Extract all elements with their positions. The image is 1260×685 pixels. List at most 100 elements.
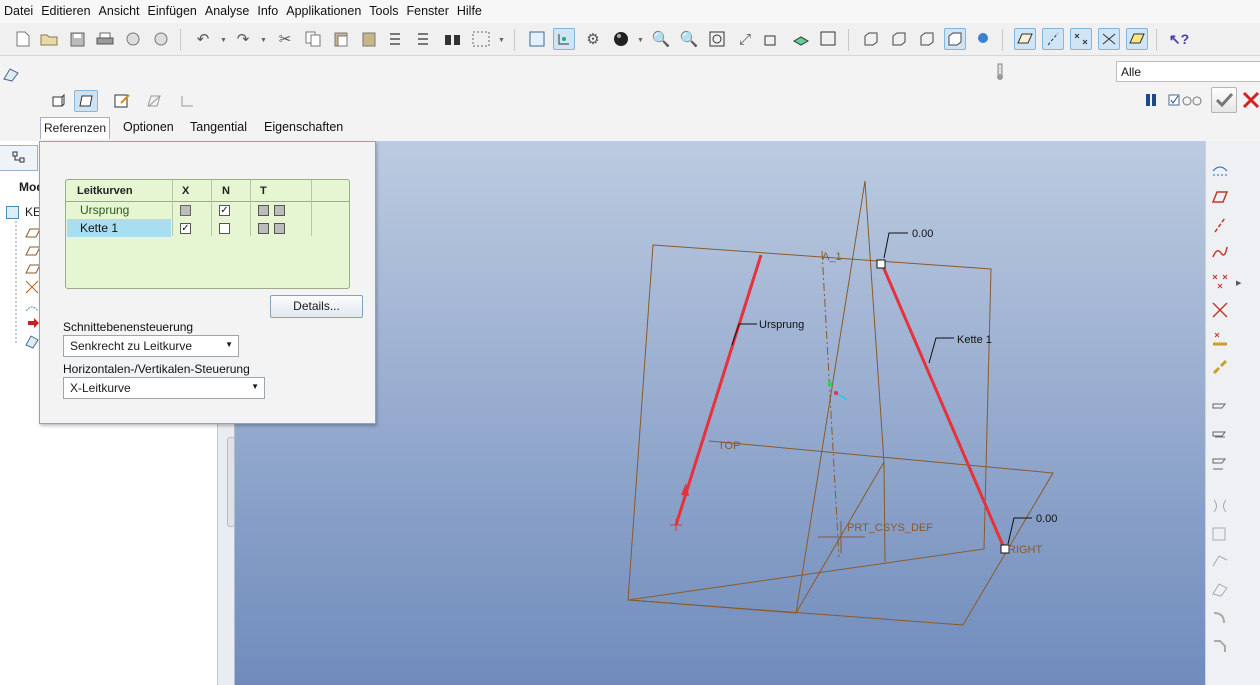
publish-geometry-icon[interactable] [1209,356,1231,378]
menu-applikationen[interactable]: Applikationen [282,0,365,23]
find-icon[interactable] [442,28,464,50]
cut-icon[interactable]: ✂ [274,28,296,50]
csys-tool-icon[interactable] [1209,299,1231,321]
print-icon[interactable] [94,28,116,50]
zoom-in-icon[interactable]: 🔍 [650,28,672,50]
trim-tool-icon[interactable] [1209,523,1231,545]
menu-fenster[interactable]: Fenster [402,0,452,23]
preview-glasses-icon[interactable] [1168,92,1208,108]
solid-icon[interactable] [46,90,70,112]
surface-icon[interactable] [74,90,98,112]
graphics-viewport[interactable]: 0.00 0.00 Ursprung Kette 1 TOP RIGHT PRT… [235,141,1205,685]
checkbox-t[interactable] [258,223,269,234]
reorient-icon[interactable]: ⤢ [734,28,756,50]
annotation-display-icon[interactable] [1126,28,1148,50]
paste-icon[interactable] [330,28,352,50]
enhanced-realism-icon[interactable] [972,28,994,50]
settings-gear-icon[interactable]: ⚙ [582,28,604,50]
saved-views-icon[interactable] [762,28,784,50]
csys-display-icon[interactable] [1098,28,1120,50]
section-control-select[interactable]: Senkrecht zu Leitkurve ▼ [63,335,239,357]
tab-referenzen[interactable]: Referenzen [40,117,111,139]
analysis-tool-icon[interactable] [1209,328,1231,350]
dim-value-top: 0.00 [912,228,933,240]
menu-tools[interactable]: Tools [365,0,402,23]
checkbox-x[interactable]: ✓ [180,223,191,234]
start-point-top [876,259,886,269]
menu-hilfe[interactable]: Hilfe [453,0,486,23]
shading-icon[interactable] [944,28,966,50]
regen-manager-icon[interactable] [414,28,436,50]
axis-tool-icon[interactable] [1209,214,1231,236]
view-manager-icon[interactable] [818,28,840,50]
round-tool-icon[interactable] [1209,607,1231,629]
menu-info[interactable]: Info [253,0,282,23]
sweep-tool-icon[interactable] [1209,397,1231,419]
context-help-icon[interactable]: ↖? [1168,28,1190,50]
layers-icon[interactable] [790,28,812,50]
table-row[interactable]: Ursprung ✓ [66,202,311,219]
open-folder-icon[interactable] [38,28,60,50]
checkbox-t2[interactable] [274,223,285,234]
remove-material-icon[interactable] [142,90,166,112]
checkbox-x[interactable] [180,205,191,216]
hv-control-select[interactable]: X-Leitkurve ▼ [63,377,265,399]
menu-analyse[interactable]: Analyse [201,0,253,23]
menu-editieren[interactable]: Editieren [37,0,94,23]
blend-tool-icon[interactable] [1209,425,1231,447]
save-icon[interactable] [66,28,88,50]
tab-eigenschaften[interactable]: Eigenschaften [264,120,343,134]
undo-icon[interactable]: ↶ [192,28,214,50]
wireframe-icon[interactable] [860,28,882,50]
details-button[interactable]: Details... [270,295,363,318]
sketch-icon[interactable] [110,90,134,112]
no-hidden-icon[interactable] [916,28,938,50]
tab-tangential[interactable]: Tangential [190,120,247,134]
menu-ansicht[interactable]: Ansicht [95,0,144,23]
new-file-icon[interactable] [12,28,34,50]
redo-icon[interactable]: ↷ [232,28,254,50]
checkbox-t2[interactable] [274,205,285,216]
feature-dashboard: Referenzen Optionen Tangential Eigenscha… [0,57,1260,141]
send-mail-icon[interactable] [122,28,144,50]
offset-tool-icon[interactable] [1209,579,1231,601]
menu-datei[interactable]: Datei [0,0,37,23]
point-display-icon[interactable] [1070,28,1092,50]
plane-display-icon[interactable] [1014,28,1036,50]
datum-plane-icon [25,246,41,256]
refit-icon[interactable] [706,28,728,50]
send-link-icon[interactable] [150,28,172,50]
filter-select[interactable]: Alle [1116,61,1260,82]
copy-icon[interactable] [302,28,324,50]
pause-icon[interactable] [1144,92,1158,108]
checkbox-n[interactable] [219,223,230,234]
hidden-line-icon[interactable] [888,28,910,50]
plane-tool-icon[interactable] [1209,186,1231,208]
point-tool-icon[interactable] [1209,271,1231,293]
tab-optionen[interactable]: Optionen [123,120,174,134]
extend-tool-icon[interactable] [1209,551,1231,573]
zoom-out-icon[interactable]: 🔍 [678,28,700,50]
model-tree-tab[interactable] [0,145,38,171]
insert-arrow-icon [28,318,39,328]
shading-sphere-icon[interactable] [610,28,632,50]
checkbox-t[interactable] [258,205,269,216]
splitter-grip[interactable] [227,437,235,527]
menu-einfuegen[interactable]: Einfügen [144,0,201,23]
thicken-icon[interactable] [175,90,199,112]
chamfer-tool-icon[interactable] [1209,635,1231,657]
cancel-x-icon[interactable] [1242,90,1260,110]
select-box-icon[interactable] [470,28,492,50]
checkbox-n[interactable]: ✓ [219,205,230,216]
axis-display-icon[interactable] [1042,28,1064,50]
regenerate-icon[interactable] [386,28,408,50]
curve-tool-icon[interactable] [1209,242,1231,264]
sketch-tool-icon[interactable] [1209,158,1231,180]
confirm-check-icon[interactable] [1211,87,1237,113]
boundary-tool-icon[interactable] [1209,453,1231,475]
table-row[interactable]: Kette 1 ✓ [66,219,311,237]
trajectory-display-icon[interactable] [553,28,575,50]
datum-display-icon[interactable] [526,28,548,50]
merge-tool-icon[interactable] [1209,495,1231,517]
paste-special-icon[interactable] [358,28,380,50]
